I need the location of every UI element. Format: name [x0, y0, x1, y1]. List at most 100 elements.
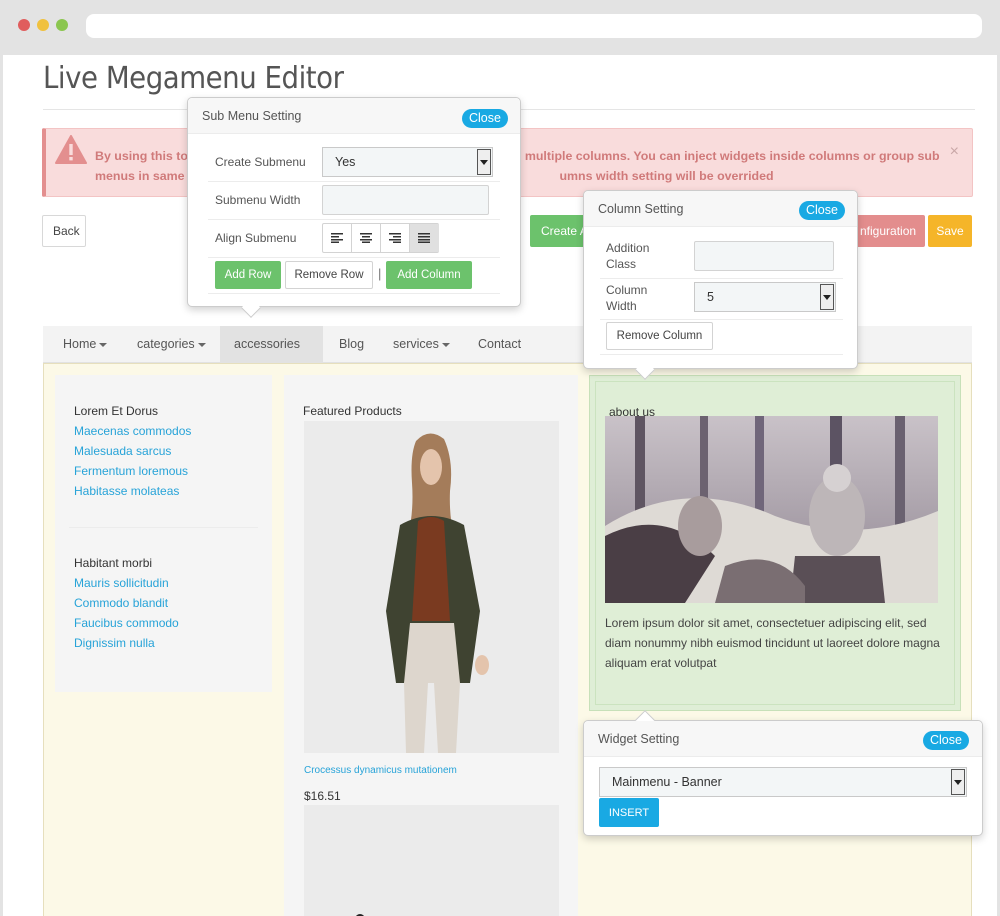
- alert-text-line2a: menus in same: [95, 169, 185, 183]
- back-button[interactable]: Back: [42, 215, 86, 247]
- menu-link[interactable]: Faucibus commodo: [74, 616, 179, 630]
- menu-item-label: categories: [137, 337, 195, 351]
- chevron-down-icon: [820, 284, 834, 310]
- menu-link[interactable]: Maecenas commodos: [74, 424, 191, 438]
- menu-item-label: services: [393, 337, 439, 351]
- megamenu-column-1[interactable]: Lorem Et Dorus Maecenas commodos Malesua…: [55, 375, 272, 692]
- save-button[interactable]: Save: [928, 215, 972, 247]
- row-divider: [208, 219, 500, 220]
- create-submenu-label: Create Submenu: [215, 155, 306, 169]
- close-button[interactable]: Close: [799, 201, 845, 220]
- menu-item-label: accessories: [234, 337, 300, 351]
- menu-link[interactable]: Habitasse molateas: [74, 484, 179, 498]
- remove-row-button[interactable]: Remove Row: [285, 261, 373, 289]
- menu-item-contact[interactable]: Contact: [464, 326, 535, 363]
- label-line: Addition: [606, 241, 650, 255]
- widget-setting-popover: Widget Setting Close Mainmenu - Banner I…: [583, 710, 983, 836]
- align-justify-icon[interactable]: [410, 224, 439, 252]
- select-value: 5: [707, 290, 714, 304]
- group-divider: [69, 527, 258, 528]
- menu-link[interactable]: Fermentum loremous: [74, 464, 188, 478]
- align-button-group: [322, 223, 439, 253]
- menu-item-blog[interactable]: Blog: [325, 326, 378, 363]
- window-close-dot[interactable]: [18, 19, 30, 31]
- label-line: Width: [606, 299, 637, 313]
- row-divider: [600, 354, 843, 355]
- addition-class-input[interactable]: [694, 241, 834, 271]
- align-right-icon[interactable]: [381, 224, 410, 252]
- column-width-select[interactable]: 5: [694, 282, 836, 312]
- caret-down-icon: [441, 342, 450, 347]
- row-divider: [600, 319, 843, 320]
- align-submenu-label: Align Submenu: [215, 231, 297, 245]
- row-divider: [208, 293, 500, 294]
- window-minimize-dot[interactable]: [37, 19, 49, 31]
- column-setting-popover: Column Setting Close Addition Class Colu…: [583, 190, 858, 380]
- group-title: Lorem Et Dorus: [74, 404, 159, 418]
- menu-item-label: Home: [63, 337, 97, 351]
- page: Live Megamenu Editor By using this to mu…: [3, 55, 997, 916]
- menu-item-label: Blog: [339, 337, 365, 351]
- caret-down-icon: [197, 342, 206, 347]
- popover-arrow: [241, 298, 261, 318]
- insert-button[interactable]: INSERT: [599, 798, 659, 827]
- group-title: Habitant morbi: [74, 556, 153, 570]
- addition-class-label: Addition Class: [606, 240, 649, 272]
- popover-title: Widget Setting: [598, 732, 680, 746]
- add-row-button[interactable]: Add Row: [215, 261, 281, 289]
- alert-close-button[interactable]: ×: [950, 143, 959, 161]
- menu-item-services[interactable]: services: [379, 326, 464, 363]
- row-divider: [600, 278, 843, 279]
- product-price: $16.51: [304, 789, 341, 803]
- select-value: Yes: [335, 155, 356, 169]
- menu-link[interactable]: Commodo blandit: [74, 596, 168, 610]
- popover-title: Column Setting: [598, 202, 684, 216]
- column-title: Featured Products: [303, 404, 402, 418]
- create-submenu-select[interactable]: Yes: [322, 147, 493, 177]
- remove-column-button[interactable]: Remove Column: [606, 322, 713, 350]
- product-image[interactable]: [304, 421, 559, 753]
- submenu-setting-popover: Sub Menu Setting Close Create Submenu Ye…: [187, 97, 521, 318]
- about-us-text: Lorem ipsum dolor sit amet, consectetuer…: [605, 616, 940, 670]
- close-button[interactable]: Close: [462, 109, 508, 128]
- column-width-label: Column Width: [606, 282, 647, 314]
- menu-link[interactable]: Mauris sollicitudin: [74, 576, 169, 590]
- window-maximize-dot[interactable]: [56, 19, 68, 31]
- align-center-icon[interactable]: [352, 224, 381, 252]
- popover-header: Sub Menu Setting Close: [188, 98, 520, 134]
- alert-text-part1: By using this to: [95, 149, 188, 163]
- chevron-down-icon: [951, 769, 965, 795]
- about-us-image: [605, 416, 938, 603]
- menu-item-categories[interactable]: categories: [123, 326, 220, 363]
- button-separator: |: [378, 266, 382, 281]
- close-button[interactable]: Close: [923, 731, 969, 750]
- warning-icon: [55, 135, 87, 164]
- megamenu-column-3[interactable]: about us Lorem ipsum dolor sit amet, con…: [589, 375, 961, 711]
- widget-select[interactable]: Mainmenu - Banner: [599, 767, 967, 797]
- megamenu-column-2[interactable]: Featured Products Crocessus dynamicus mu…: [284, 375, 578, 916]
- menu-link[interactable]: Malesuada sarcus: [74, 444, 171, 458]
- configuration-button[interactable]: nfiguration: [849, 215, 925, 247]
- menu-item-home[interactable]: Home: [49, 326, 121, 363]
- menu-item-accessories[interactable]: accessories: [220, 326, 323, 384]
- chevron-down-icon: [477, 149, 491, 175]
- label-line: Column: [606, 283, 648, 297]
- menu-link[interactable]: Dignissim nulla: [74, 636, 155, 650]
- submenu-width-input[interactable]: [322, 185, 489, 215]
- select-value: Mainmenu - Banner: [612, 775, 722, 789]
- caret-down-icon: [99, 342, 108, 347]
- row-divider: [208, 181, 500, 182]
- add-column-button[interactable]: Add Column: [386, 261, 472, 289]
- address-bar[interactable]: [86, 14, 982, 38]
- menu-item-label: Contact: [478, 337, 522, 351]
- label-line: Class: [606, 257, 637, 271]
- product-image-2[interactable]: [304, 805, 559, 916]
- browser-chrome: [0, 0, 1000, 55]
- alert-text-line2b: umns width setting will be overrided: [559, 169, 774, 183]
- alert-text-part2: multiple columns. You can inject widgets…: [524, 149, 940, 163]
- popover-title: Sub Menu Setting: [202, 109, 302, 123]
- row-divider: [208, 257, 500, 258]
- submenu-width-label: Submenu Width: [215, 193, 301, 207]
- align-left-icon[interactable]: [323, 224, 352, 252]
- product-name-link[interactable]: Crocessus dynamicus mutationem: [304, 765, 457, 776]
